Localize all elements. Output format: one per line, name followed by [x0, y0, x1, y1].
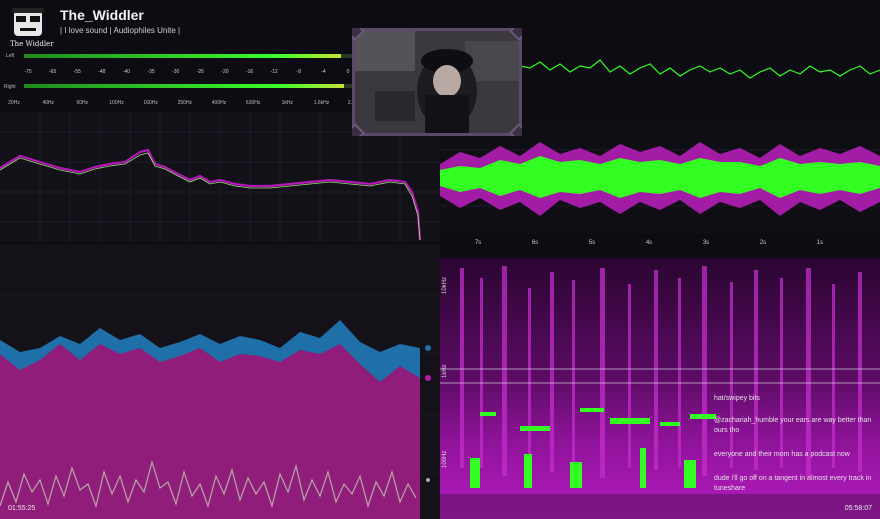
spectrum-magenta-line: [0, 148, 422, 241]
time-tick: 3s: [702, 240, 710, 246]
webcam-feed: [355, 31, 519, 133]
vu-scale-tick: -48: [98, 69, 106, 75]
chat-message: everyone and their mom has a podcast now: [714, 451, 850, 458]
time-axis: 7s 6s 5s 4s 3s 2s 1s: [440, 238, 880, 254]
loudness-history: [0, 244, 440, 519]
vu-scale-tick: -16: [245, 69, 254, 75]
channel-name: The_Widdler: [60, 7, 144, 23]
spectrogram-label-10khz: 10kHz: [442, 276, 448, 294]
vu-scale-tick: -4: [321, 69, 326, 75]
vu-right-label: Right: [4, 84, 16, 90]
vu-left-label: Left: [6, 53, 15, 59]
loudness-marker-magenta: [425, 375, 431, 381]
vu-scale-tick: 0: [346, 69, 350, 75]
frequency-tick: 20Hz: [8, 100, 20, 106]
chat-message: @zachariah_humble your ears are way bett…: [714, 417, 872, 434]
loudness-marker-grey: [426, 478, 430, 482]
time-tick: 5s: [588, 240, 596, 246]
elapsed-time-left: 01:55:25: [8, 505, 36, 512]
time-tick: 7s: [474, 240, 482, 246]
time-tick: 2s: [759, 240, 767, 246]
vu-scale-tick: -12: [270, 69, 278, 75]
frequency-tick: 40Hz: [42, 100, 54, 106]
webcam-overlay: [352, 28, 522, 136]
logo-caption: The Widdler: [10, 40, 54, 48]
channel-header: The Widdler The_Widdler | I love sound |…: [0, 0, 360, 50]
time-tick: 1s: [816, 240, 824, 246]
vu-scale-tick: -40: [122, 69, 131, 75]
time-tick: 6s: [531, 240, 539, 246]
vu-scale-tick: -35: [147, 69, 155, 75]
webcam-frame: [352, 28, 522, 136]
frequency-tick: 1kHz: [281, 100, 294, 106]
vu-scale-tick: -65: [48, 69, 57, 75]
vu-scale-tick: -55: [73, 69, 81, 75]
vu-scale-tick: -20: [221, 69, 229, 75]
frequency-tick: 100Hz: [109, 100, 124, 106]
vu-scale: -75 -65 -55 -48 -40 -35 -30 -26 -20 -16 -12 -8 -4 0: [24, 69, 354, 79]
chat-overlay: hat/swipey bits @zachariah_humble your e…: [712, 386, 880, 516]
time-tick: 4s: [645, 240, 653, 246]
spectrogram-label-1khz: 1kHz: [442, 364, 448, 378]
frequency-tick: 630Hz: [245, 100, 261, 106]
vu-scale-tick: -75: [24, 69, 32, 75]
frequency-tick: 250Hz: [177, 100, 193, 106]
vu-left-level: [24, 54, 341, 58]
vu-scale-tick: -26: [196, 69, 204, 75]
frequency-tick: 60Hz: [76, 100, 89, 106]
stereo-correlation-trace: [520, 30, 880, 118]
elapsed-time-right: 05:58:07: [844, 505, 872, 512]
spectrum-green-line: [0, 152, 421, 241]
vu-scale-tick: -30: [172, 69, 180, 75]
frequency-tick: 160Hz: [143, 100, 158, 106]
vu-right-level: [24, 84, 345, 88]
chat-message: dude i'll go off on a tangent in almost …: [714, 475, 872, 492]
channel-tagline: | I love sound | Audiophiles Unite |: [60, 26, 181, 35]
waveform-display: [440, 122, 880, 234]
frequency-tick: 400Hz: [211, 100, 227, 106]
vu-scale-tick: -8: [296, 69, 301, 75]
spectrogram-label-100hz: 100Hz: [442, 450, 448, 468]
chat-message: hat/swipey bits: [714, 395, 760, 402]
loudness-marker-blue: [425, 345, 431, 351]
frequency-tick: 1.6kHz: [313, 100, 330, 106]
